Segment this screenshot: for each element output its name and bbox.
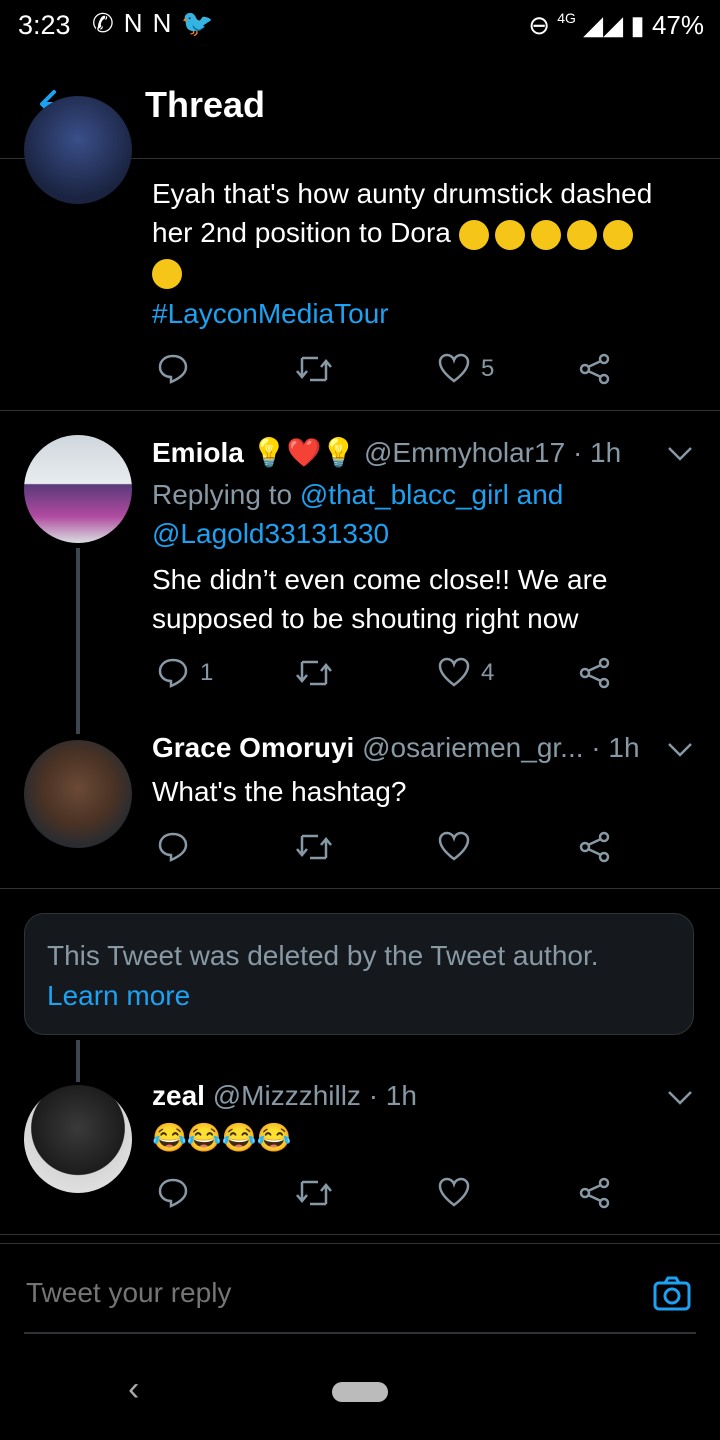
avatar[interactable] bbox=[24, 740, 132, 848]
tweet-meta: Emiola 💡❤️💡 @Emmyholar17 · 1h bbox=[152, 436, 621, 469]
like-button[interactable]: 5 bbox=[437, 352, 494, 386]
user-handle[interactable]: @osariemen_gr... bbox=[362, 732, 583, 763]
heart-icon bbox=[438, 353, 470, 383]
reply-button[interactable] bbox=[156, 830, 200, 864]
retweet-button[interactable] bbox=[294, 656, 344, 690]
share-button[interactable] bbox=[578, 352, 612, 386]
user-name[interactable]: Grace Omoruyi bbox=[152, 732, 354, 763]
reply-input[interactable] bbox=[24, 1276, 628, 1310]
divider bbox=[0, 410, 720, 411]
share-button[interactable] bbox=[578, 656, 612, 690]
share-icon bbox=[579, 657, 610, 689]
tweet-actions bbox=[152, 830, 632, 870]
replying-to: Replying to @that_blacc_girl and @Lagold… bbox=[152, 479, 564, 549]
share-icon bbox=[579, 1177, 610, 1209]
reply-icon bbox=[158, 1178, 188, 1208]
reply-bar bbox=[24, 1270, 696, 1334]
thread-line bbox=[76, 548, 80, 734]
user-handle[interactable]: @Mizzzhillz bbox=[213, 1080, 361, 1111]
page-title: Thread bbox=[145, 84, 266, 125]
retweet-button[interactable] bbox=[294, 1176, 344, 1210]
nav-home-pill[interactable] bbox=[332, 1382, 388, 1402]
chevron-down-icon[interactable] bbox=[666, 444, 694, 464]
reply-icon bbox=[158, 354, 188, 384]
signal-icon: ◢◢ bbox=[583, 10, 624, 40]
deleted-tweet-notice: This Tweet was deleted by the Tweet auth… bbox=[24, 913, 694, 1035]
tweet-text: 😂😂😂😂 bbox=[152, 1122, 292, 1153]
tweet-meta: Grace Omoruyi @osariemen_gr... · 1h bbox=[152, 732, 640, 764]
thread-line bbox=[76, 1040, 80, 1082]
system-nav-bar: ‹ bbox=[0, 1350, 720, 1440]
status-time: 3:23 bbox=[18, 10, 71, 40]
mention-link[interactable]: @that_blacc_girl and bbox=[300, 479, 563, 510]
lightbulb-emoji: 💡 bbox=[321, 437, 357, 468]
share-button[interactable] bbox=[578, 1176, 612, 1210]
hashtag-link[interactable]: #LayconMediaTour bbox=[152, 294, 389, 333]
learn-more-link[interactable]: Learn more bbox=[47, 980, 190, 1012]
retweet-icon bbox=[296, 834, 332, 860]
heart-icon bbox=[438, 831, 470, 861]
user-handle[interactable]: @Emmyholar17 bbox=[364, 437, 565, 468]
tweet-time: · 1h bbox=[368, 1080, 417, 1111]
share-button[interactable] bbox=[578, 830, 612, 864]
camera-icon[interactable] bbox=[652, 1274, 692, 1314]
tweet-text: What's the hashtag? bbox=[152, 776, 407, 807]
avatar[interactable] bbox=[24, 435, 132, 543]
nav-back-icon[interactable]: ‹ bbox=[128, 1370, 139, 1409]
user-name[interactable]: zeal bbox=[152, 1080, 205, 1111]
heart-emoji: ❤️ bbox=[286, 437, 322, 468]
retweet-button[interactable] bbox=[294, 830, 344, 864]
retweet-icon bbox=[296, 356, 332, 382]
tweet-meta: zeal @Mizzzhillz · 1h bbox=[152, 1080, 417, 1112]
tweet-actions: 5 bbox=[152, 352, 632, 392]
share-icon bbox=[579, 831, 610, 863]
status-right: ⊖ 4G ◢◢ ▮ 47% bbox=[528, 10, 704, 41]
mention-link[interactable]: @Lagold33131330 bbox=[152, 518, 389, 549]
n-icon: N bbox=[152, 8, 182, 38]
battery-level: 47% bbox=[651, 10, 704, 40]
retweet-icon bbox=[296, 660, 332, 686]
heart-icon bbox=[438, 1177, 470, 1207]
lightbulb-emoji: 💡 bbox=[251, 437, 287, 468]
notification-icons: ✆NN🐦 bbox=[92, 8, 224, 39]
name-badges: 💡❤️💡 bbox=[252, 437, 364, 468]
chevron-down-icon[interactable] bbox=[666, 740, 694, 760]
tweet-text: She didn’t even come close!! We are supp… bbox=[152, 564, 608, 634]
retweet-icon bbox=[296, 1180, 332, 1206]
n-icon: N bbox=[123, 8, 153, 38]
like-button[interactable]: 4 bbox=[437, 656, 494, 690]
retweet-button[interactable] bbox=[294, 352, 344, 386]
reply-icon bbox=[158, 658, 188, 688]
tweet-time: · 1h bbox=[591, 732, 640, 763]
user-name[interactable]: Emiola bbox=[152, 437, 244, 468]
deleted-message: This Tweet was deleted by the Tweet auth… bbox=[47, 940, 599, 971]
network-label: 4G bbox=[557, 10, 576, 26]
status-bar: 3:23 ✆NN🐦 ⊖ 4G ◢◢ ▮ 47% bbox=[0, 0, 720, 52]
avatar[interactable] bbox=[24, 1085, 132, 1193]
whatsapp-icon: ✆ bbox=[92, 8, 124, 38]
divider bbox=[0, 1234, 720, 1235]
battery-icon: ▮ bbox=[630, 10, 645, 40]
heart-icon bbox=[438, 657, 470, 687]
like-button[interactable] bbox=[437, 830, 481, 864]
divider bbox=[0, 888, 720, 889]
tweet-actions: 1 4 bbox=[152, 656, 632, 696]
reply-button[interactable]: 1 bbox=[156, 656, 213, 690]
divider bbox=[0, 1243, 720, 1244]
tweet-actions bbox=[152, 1176, 632, 1216]
share-icon bbox=[579, 353, 610, 385]
reply-button[interactable] bbox=[156, 1176, 200, 1210]
chevron-down-icon[interactable] bbox=[666, 1088, 694, 1108]
tweet-text: Eyah that's how aunty drumstick dashed h… bbox=[152, 174, 697, 291]
dnd-icon: ⊖ bbox=[528, 10, 551, 40]
twitter-icon: 🐦 bbox=[181, 8, 224, 38]
reply-button[interactable] bbox=[156, 352, 200, 386]
avatar[interactable] bbox=[24, 96, 132, 204]
tweet-time: · 1h bbox=[572, 437, 622, 468]
reply-icon bbox=[158, 832, 188, 862]
like-button[interactable] bbox=[437, 1176, 481, 1210]
